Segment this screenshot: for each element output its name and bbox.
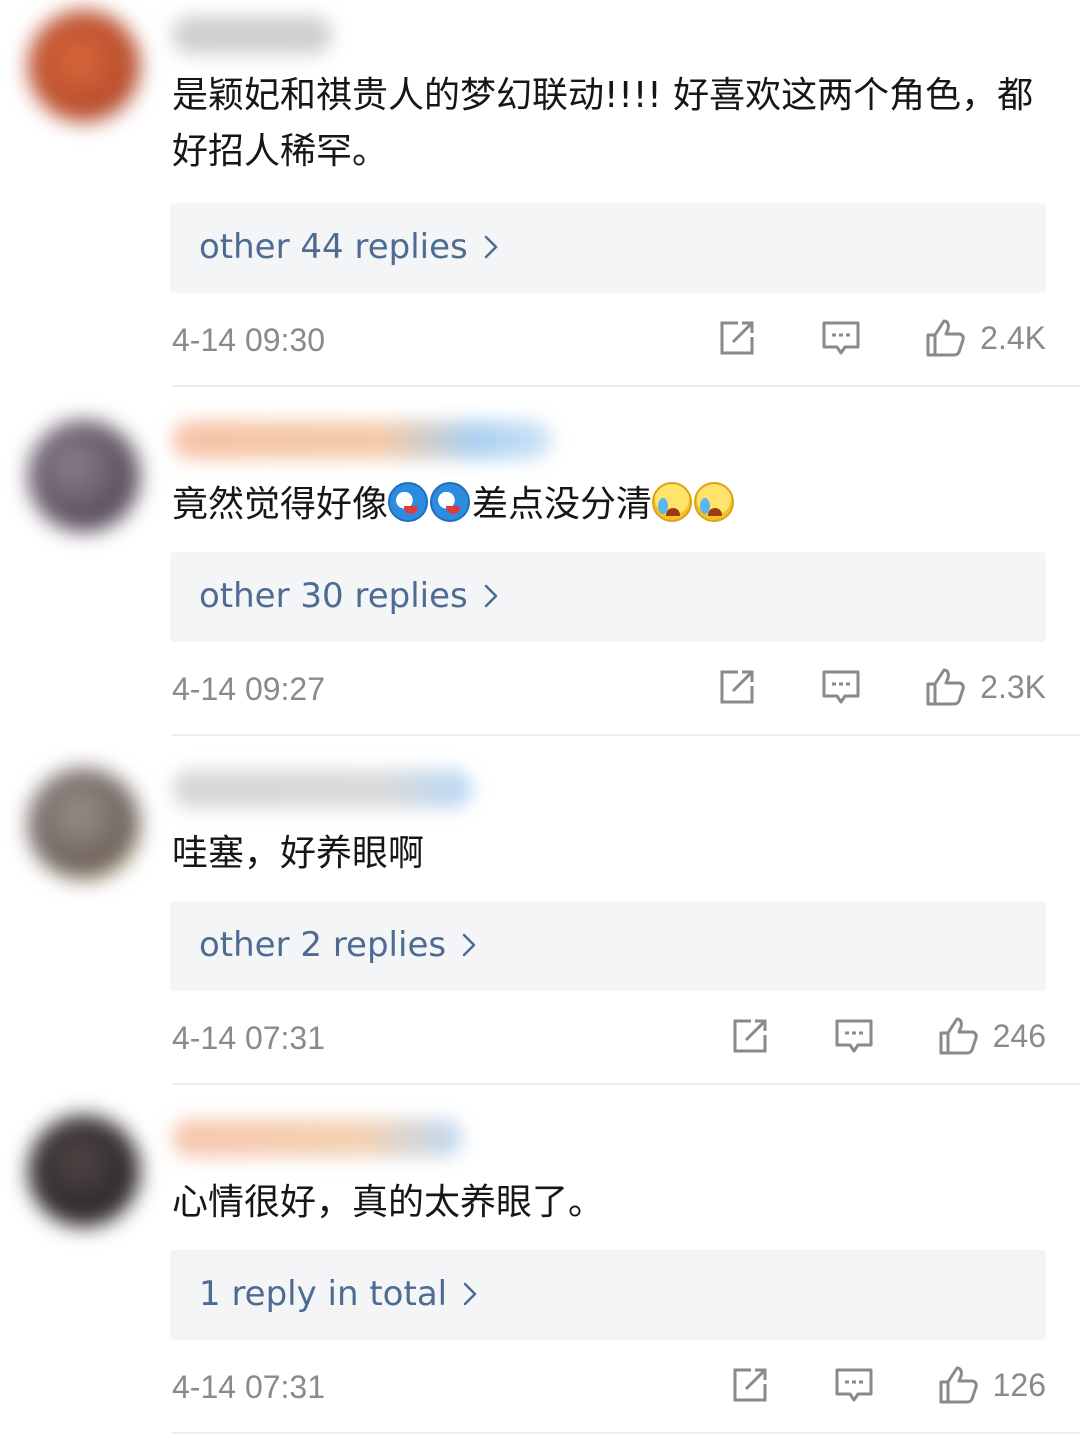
replies-box[interactable]: 1 reply in total — [170, 1250, 1046, 1340]
replies-label: other 30 replies — [199, 576, 468, 616]
comment-item: 竟然觉得好像 差点没分清 other 30 replies 4-14 09:27 … — [0, 349, 1080, 707]
avatar[interactable] — [28, 420, 140, 532]
avatar[interactable] — [28, 10, 140, 122]
username-blurred[interactable] — [172, 1119, 462, 1157]
replies-box[interactable]: other 30 replies — [170, 552, 1046, 642]
chevron-right-icon — [463, 1282, 477, 1306]
comment-text-part: 差点没分清 — [472, 484, 653, 525]
doraemon-emoji — [388, 482, 429, 522]
view-replies-link[interactable]: 1 reply in total — [199, 1272, 479, 1316]
crying-laughing-emoji — [652, 482, 693, 522]
chevron-right-icon — [484, 584, 497, 608]
divider — [172, 385, 1080, 387]
username-blurred[interactable] — [172, 16, 332, 54]
chevron-right-icon — [484, 235, 497, 259]
replies-box[interactable]: other 2 replies — [170, 901, 1046, 991]
like-button[interactable]: 126 — [937, 1363, 1046, 1407]
comment-item: 心情很好，真的太养眼了。 1 reply in total 4-14 07:31… — [0, 1047, 1080, 1405]
username-blurred[interactable] — [172, 770, 472, 808]
comment-actions: 126 — [729, 1361, 1046, 1409]
avatar[interactable] — [28, 768, 140, 880]
crying-laughing-emoji — [694, 482, 735, 522]
comment-text: 心情很好，真的太养眼了。 — [172, 1182, 605, 1223]
share-icon[interactable] — [729, 1364, 771, 1406]
thumbs-up-icon — [939, 1366, 978, 1404]
replies-label: 1 reply in total — [199, 1274, 448, 1314]
comment-text: 哇塞，好养眼啊 — [172, 833, 425, 874]
comment-icon[interactable] — [833, 1364, 875, 1406]
replies-label: other 2 replies — [199, 925, 447, 965]
view-replies-link[interactable]: other 2 replies — [199, 923, 478, 967]
replies-label: other 44 replies — [199, 227, 468, 267]
comment-text: 是颖妃和祺贵人的梦幻联动!!!! 好喜欢这两个角色，都好招人稀罕。 — [172, 75, 1034, 172]
comment-item: 是颖妃和祺贵人的梦幻联动!!!! 好喜欢这两个角色，都好招人稀罕。 other … — [0, 0, 1080, 358]
comment-item: 哇塞，好养眼啊 other 2 replies 4-14 07:31 246 — [0, 698, 1080, 1056]
divider — [172, 1083, 1080, 1085]
comment-text-part: 竟然觉得好像 — [172, 484, 389, 525]
doraemon-emoji — [430, 482, 471, 522]
like-count: 126 — [992, 1367, 1046, 1403]
comment-meta: 4-14 07:31 126 — [172, 1365, 1046, 1409]
avatar[interactable] — [28, 1115, 140, 1227]
view-replies-link[interactable]: other 30 replies — [199, 574, 500, 618]
timestamp: 4-14 07:31 — [172, 1369, 326, 1405]
username-blurred[interactable] — [172, 421, 552, 459]
comment-text: 竟然觉得好像 差点没分清 — [172, 477, 1052, 533]
view-replies-link[interactable]: other 44 replies — [199, 225, 500, 269]
chevron-right-icon — [462, 933, 476, 957]
divider — [172, 1432, 1080, 1434]
divider — [172, 734, 1080, 736]
replies-box[interactable]: other 44 replies — [170, 203, 1046, 293]
